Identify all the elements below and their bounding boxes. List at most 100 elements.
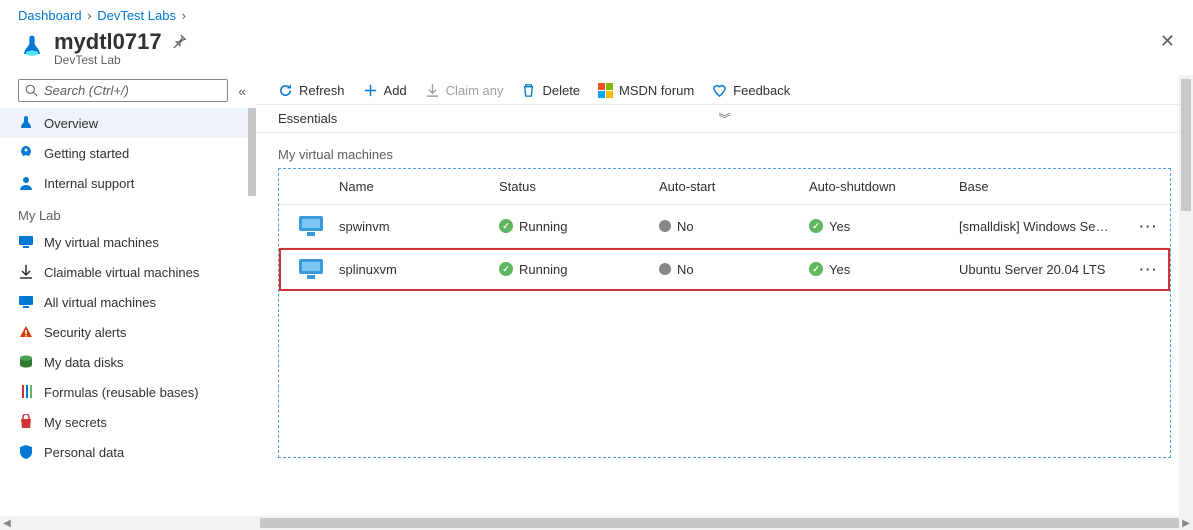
content-area: My virtual machines Name Status Auto-sta… bbox=[256, 133, 1193, 530]
status-running-icon bbox=[499, 219, 513, 233]
refresh-icon bbox=[278, 83, 293, 98]
column-autoshutdown[interactable]: Auto-shutdown bbox=[809, 179, 959, 194]
toolbar-label: Refresh bbox=[299, 83, 345, 98]
page-title: mydtl0717 bbox=[54, 29, 162, 55]
chevron-right-icon: › bbox=[85, 8, 93, 23]
delete-button[interactable]: Delete bbox=[521, 83, 580, 98]
sidebar-item-all-vms[interactable]: All virtual machines bbox=[0, 287, 256, 317]
add-button[interactable]: Add bbox=[363, 83, 407, 98]
feedback-button[interactable]: Feedback bbox=[712, 83, 790, 98]
sidebar-item-my-secrets[interactable]: My secrets bbox=[0, 407, 256, 437]
sidebar-item-label: My data disks bbox=[44, 355, 123, 370]
status-on-icon bbox=[809, 262, 823, 276]
main-panel: Refresh Add Claim any Delete MSDN forum … bbox=[256, 75, 1193, 530]
download-icon bbox=[18, 264, 34, 280]
row-actions-button[interactable]: ··· bbox=[1132, 262, 1166, 277]
table-header: Name Status Auto-start Auto-shutdown Bas… bbox=[279, 169, 1170, 205]
vm-autostart: No bbox=[659, 219, 809, 234]
main-scrollbar-vertical[interactable] bbox=[1179, 75, 1193, 530]
status-off-icon bbox=[659, 220, 671, 232]
sidebar-item-my-vms[interactable]: My virtual machines bbox=[0, 227, 256, 257]
vm-icon bbox=[18, 234, 34, 250]
status-on-icon bbox=[809, 219, 823, 233]
plus-icon bbox=[363, 83, 378, 98]
sidebar-item-claimable[interactable]: Claimable virtual machines bbox=[0, 257, 256, 287]
sidebar-item-label: Formulas (reusable bases) bbox=[44, 385, 199, 400]
vm-status: Running bbox=[499, 262, 659, 277]
close-icon[interactable]: ✕ bbox=[1160, 31, 1175, 52]
pin-icon[interactable] bbox=[172, 34, 186, 51]
vm-status: Running bbox=[499, 219, 659, 234]
sidebar-item-label: Security alerts bbox=[44, 325, 126, 340]
scroll-right-icon[interactable]: ▶ bbox=[1179, 518, 1193, 529]
trash-icon bbox=[521, 83, 536, 98]
sidebar-item-label: Overview bbox=[44, 116, 98, 131]
toolbar-label: MSDN forum bbox=[619, 83, 694, 98]
toolbar-label: Claim any bbox=[446, 83, 504, 98]
lab-icon bbox=[18, 115, 34, 131]
essentials-toggle[interactable]: Essentials ︾ bbox=[256, 105, 1193, 133]
search-icon bbox=[25, 84, 38, 97]
sidebar-item-label: Personal data bbox=[44, 445, 124, 460]
sidebar-item-label: Claimable virtual machines bbox=[44, 265, 199, 280]
msdn-forum-button[interactable]: MSDN forum bbox=[598, 83, 694, 98]
column-status[interactable]: Status bbox=[499, 179, 659, 194]
devtestlab-icon bbox=[18, 33, 46, 61]
sidebar-group-mylab: My Lab bbox=[0, 198, 256, 227]
breadcrumb: Dashboard › DevTest Labs › bbox=[0, 0, 1193, 25]
sidebar-nav: Overview Getting started Internal suppor… bbox=[0, 108, 256, 524]
sidebar-item-label: My secrets bbox=[44, 415, 107, 430]
sidebar-item-my-data-disks[interactable]: My data disks bbox=[0, 347, 256, 377]
search-input[interactable]: Search (Ctrl+/) bbox=[18, 79, 228, 102]
toolbar-label: Delete bbox=[542, 83, 580, 98]
page-header: mydtl0717 DevTest Lab ✕ bbox=[0, 25, 1193, 75]
vm-name: spwinvm bbox=[339, 219, 499, 234]
chevron-right-icon: › bbox=[180, 8, 188, 23]
breadcrumb-link-dashboard[interactable]: Dashboard bbox=[18, 8, 82, 23]
sidebar-item-label: All virtual machines bbox=[44, 295, 156, 310]
sidebar-item-overview[interactable]: Overview bbox=[0, 108, 256, 138]
sidebar-item-getting-started[interactable]: Getting started bbox=[0, 138, 256, 168]
table-row[interactable]: splinuxvmRunningNoYesUbuntu Server 20.04… bbox=[279, 248, 1170, 291]
page-subtitle: DevTest Lab bbox=[54, 53, 186, 67]
vm-autoshutdown: Yes bbox=[809, 219, 959, 234]
scroll-left-icon[interactable]: ◀ bbox=[0, 518, 14, 529]
toolbar: Refresh Add Claim any Delete MSDN forum … bbox=[256, 75, 1193, 105]
sidebar-item-personal-data[interactable]: Personal data bbox=[0, 437, 256, 467]
collapse-sidebar-icon[interactable]: « bbox=[238, 83, 246, 99]
disk-icon bbox=[18, 354, 34, 370]
sidebar-item-security-alerts[interactable]: Security alerts bbox=[0, 317, 256, 347]
breadcrumb-link-devtestlabs[interactable]: DevTest Labs bbox=[97, 8, 176, 23]
vm-icon bbox=[283, 215, 339, 237]
section-title: My virtual machines bbox=[278, 147, 1171, 162]
microsoft-icon bbox=[598, 83, 613, 98]
refresh-button[interactable]: Refresh bbox=[278, 83, 345, 98]
column-name[interactable]: Name bbox=[339, 179, 499, 194]
sidebar-scrollbar[interactable] bbox=[248, 108, 256, 524]
vm-icon bbox=[283, 258, 339, 280]
vm-autoshutdown: Yes bbox=[809, 262, 959, 277]
row-actions-button[interactable]: ··· bbox=[1132, 219, 1166, 234]
sidebar-item-formulas[interactable]: Formulas (reusable bases) bbox=[0, 377, 256, 407]
search-placeholder: Search (Ctrl+/) bbox=[44, 83, 129, 98]
claim-icon bbox=[425, 83, 440, 98]
alert-icon bbox=[18, 324, 34, 340]
column-base[interactable]: Base bbox=[959, 179, 1132, 194]
sidebar: Search (Ctrl+/) « Overview Getting start… bbox=[0, 75, 256, 530]
status-running-icon bbox=[499, 262, 513, 276]
sidebar-item-label: Getting started bbox=[44, 146, 129, 161]
sidebar-item-internal-support[interactable]: Internal support bbox=[0, 168, 256, 198]
table-row[interactable]: spwinvmRunningNoYes[smalldisk] Windows S… bbox=[279, 205, 1170, 248]
column-autostart[interactable]: Auto-start bbox=[659, 179, 809, 194]
sidebar-item-label: Internal support bbox=[44, 176, 134, 191]
main-scrollbar-horizontal[interactable]: ◀ ▶ bbox=[0, 516, 1193, 530]
claim-any-button: Claim any bbox=[425, 83, 504, 98]
sidebar-item-label: My virtual machines bbox=[44, 235, 159, 250]
status-off-icon bbox=[659, 263, 671, 275]
vm-name: splinuxvm bbox=[339, 262, 499, 277]
vm-autostart: No bbox=[659, 262, 809, 277]
bag-icon bbox=[18, 414, 34, 430]
essentials-label: Essentials bbox=[278, 111, 337, 126]
vm-base: Ubuntu Server 20.04 LTS bbox=[959, 262, 1132, 277]
heart-icon bbox=[712, 83, 727, 98]
